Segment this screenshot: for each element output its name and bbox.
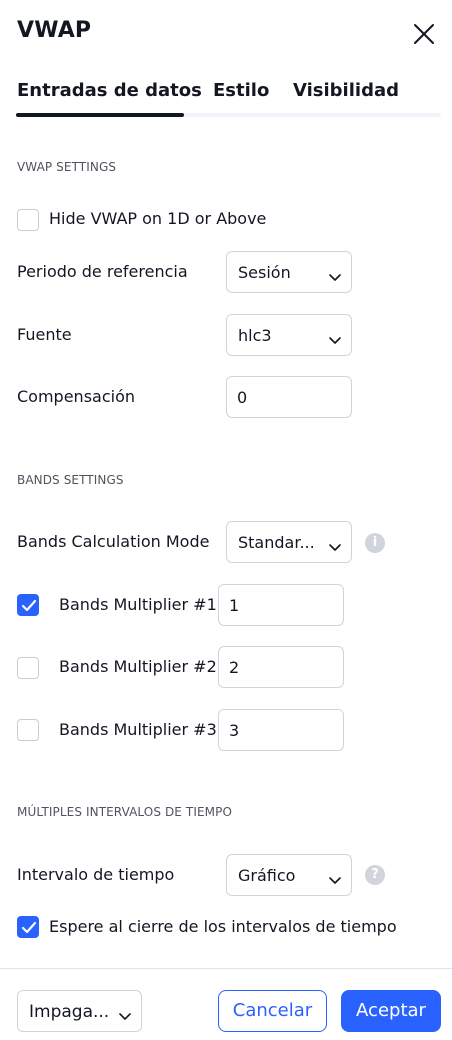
offset-value: 0 (237, 388, 248, 407)
bands-multiplier-3-value: 3 (229, 721, 240, 740)
section-timeframe-settings: MÚLTIPLES INTERVALOS DE TIEMPO (17, 805, 232, 819)
bands-calc-mode-select[interactable]: Standar... (226, 521, 352, 563)
offset-label: Compensación (17, 387, 135, 406)
source-select[interactable]: hlc3 (226, 314, 352, 356)
bands-calc-mode-value: Standar... (238, 533, 315, 552)
dialog-title: VWAP (17, 18, 92, 43)
help-icon[interactable]: ? (365, 865, 385, 885)
hide-vwap-checkbox[interactable] (17, 209, 39, 231)
bands-multiplier-2-input[interactable]: 2 (218, 646, 344, 688)
timeframe-label: Intervalo de tiempo (17, 865, 175, 884)
source-value: hlc3 (238, 326, 272, 345)
info-icon[interactable]: i (365, 533, 385, 553)
bands-calc-mode-label: Bands Calculation Mode (17, 532, 210, 551)
source-label: Fuente (17, 325, 72, 344)
chevron-down-icon (328, 537, 342, 556)
wait-close-checkbox[interactable] (17, 916, 39, 938)
tab-active-indicator (16, 113, 184, 117)
bands-multiplier-1-checkbox[interactable] (17, 594, 39, 616)
checkmark-icon (21, 599, 37, 612)
timeframe-select[interactable]: Gráfico (226, 854, 352, 896)
bands-multiplier-3-label: Bands Multiplier #3 (59, 720, 217, 739)
bands-multiplier-3-input[interactable]: 3 (218, 709, 344, 751)
chevron-down-icon (328, 870, 342, 889)
accept-button[interactable]: Aceptar (341, 990, 441, 1032)
checkmark-icon (21, 921, 37, 934)
anchor-period-value: Sesión (238, 263, 291, 282)
bands-multiplier-1-value: 1 (229, 596, 240, 615)
footer-divider (0, 968, 452, 969)
tab-inputs[interactable]: Entradas de datos (17, 80, 202, 101)
timeframe-value: Gráfico (238, 866, 296, 885)
chevron-down-icon (118, 1006, 132, 1025)
bands-multiplier-3-checkbox[interactable] (17, 719, 39, 741)
anchor-period-label: Periodo de referencia (17, 262, 188, 281)
hide-vwap-label: Hide VWAP on 1D or Above (49, 209, 267, 228)
tab-style[interactable]: Estilo (213, 80, 269, 101)
defaults-label: Impaga... (29, 1002, 110, 1022)
chevron-down-icon (328, 267, 342, 286)
wait-close-label: Espere al cierre de los intervalos de ti… (49, 917, 397, 936)
section-vwap-settings: VWAP SETTINGS (17, 160, 117, 174)
bands-multiplier-2-label: Bands Multiplier #2 (59, 657, 217, 676)
bands-multiplier-2-value: 2 (229, 658, 240, 677)
chevron-down-icon (328, 330, 342, 349)
section-bands-settings: BANDS SETTINGS (17, 473, 124, 487)
bands-multiplier-1-label: Bands Multiplier #1 (59, 595, 217, 614)
cancel-button[interactable]: Cancelar (218, 990, 327, 1032)
offset-input[interactable]: 0 (226, 376, 352, 418)
tab-visibility[interactable]: Visibilidad (293, 80, 399, 101)
defaults-dropdown[interactable]: Impaga... (17, 990, 142, 1032)
bands-multiplier-2-checkbox[interactable] (17, 657, 39, 679)
bands-multiplier-1-input[interactable]: 1 (218, 584, 344, 626)
anchor-period-select[interactable]: Sesión (226, 251, 352, 293)
close-icon[interactable] (410, 20, 438, 48)
